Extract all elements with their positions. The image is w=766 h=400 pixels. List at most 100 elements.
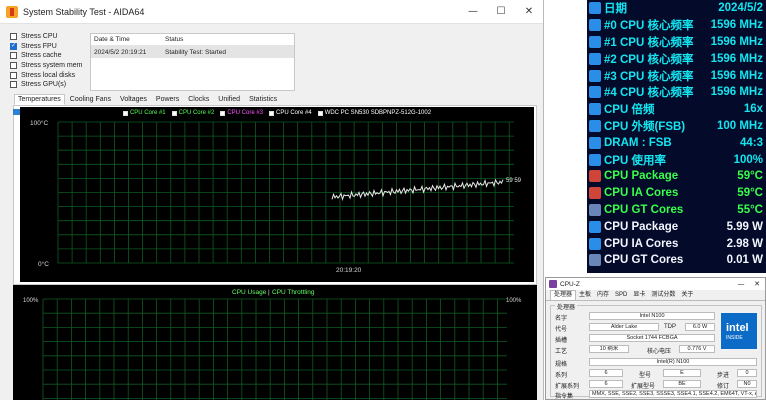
sensor-value: 59°C [737, 187, 763, 200]
thermometer-icon [589, 170, 601, 183]
sensor-row: CPU IA Cores 2.98 W [587, 235, 766, 252]
col-date-time[interactable]: Date & Time [91, 36, 163, 43]
ext-family-label: 扩展系列 [555, 384, 580, 390]
cpuz-tabs: 处理器 主板 内存 SPD 显卡 测试分数 关于 [546, 290, 765, 301]
window-title: System Stability Test - AIDA64 [23, 6, 145, 17]
aida64-titlebar: System Stability Test - AIDA64 — ☐ ✕ [0, 0, 543, 24]
col-status[interactable]: Status [163, 36, 294, 43]
temperature-line [331, 178, 504, 202]
sensor-value: 1596 MHz [710, 69, 763, 82]
tab-cooling-fans[interactable]: Cooling Fans [66, 94, 115, 105]
cpuz-tab[interactable]: 处理器 [550, 290, 577, 300]
tab-statistics[interactable]: Statistics [245, 94, 281, 105]
cpuz-titlebar: CPU-Z — ✕ [546, 278, 765, 290]
cpu-icon [589, 119, 601, 132]
cpuz-close-button[interactable]: ✕ [749, 280, 765, 288]
gpu-icon [589, 254, 601, 267]
cpuz-tab[interactable]: SPD [612, 291, 630, 300]
sensor-row: CPU IA Cores 59°C [587, 185, 766, 202]
stress-option[interactable]: Stress local disks [10, 70, 90, 80]
sensor-row: CPU 外频(FSB) 100 MHz [587, 118, 766, 135]
sensor-value: 5.99 W [726, 220, 763, 233]
cpuz-tab[interactable]: 测试分数 [648, 291, 678, 300]
stress-option[interactable]: Stress cache [10, 51, 90, 61]
sensor-row: CPU Package 59°C [587, 168, 766, 185]
cpuz-title: CPU-Z [560, 280, 580, 288]
stress-option[interactable]: Stress CPU [10, 32, 90, 42]
family-label: 系列 [555, 373, 568, 379]
ext-model-label: 扩展型号 [631, 384, 656, 390]
cpuz-window: CPU-Z — ✕ 处理器 主板 内存 SPD 显卡 测试分数 关于 处理器 名字 Inte… [545, 277, 766, 400]
sensor-row: #1 CPU 核心频率 1596 MHz [587, 34, 766, 51]
tab-clocks[interactable]: Clocks [184, 94, 213, 105]
temperature-graph: 100°C 0°C 20:19:20 59 59 [30, 119, 522, 274]
cpu-icon [589, 86, 601, 99]
sensor-label: CPU IA Cores [604, 237, 679, 250]
cpuz-tab[interactable]: 主板 [576, 291, 594, 300]
voltage-label: 核心电压 [647, 349, 672, 355]
model-value: E [663, 369, 701, 377]
ext-model-value: BE [663, 380, 701, 388]
instructions-label: 指令集 [555, 394, 574, 400]
sensor-label: CPU Package [604, 170, 679, 183]
maximize-button[interactable]: ☐ [487, 6, 515, 17]
sensor-label: CPU IA Cores [604, 187, 679, 200]
socket-value: Socket 1744 FCBGA [589, 334, 715, 342]
checkbox[interactable] [10, 81, 17, 89]
sensor-value: 1596 MHz [710, 86, 763, 99]
temp-current-value: 59 59 [506, 178, 522, 184]
close-button[interactable]: ✕ [515, 6, 543, 17]
sensor-value: 1596 MHz [710, 52, 763, 65]
instructions-value: MMX, SSE, SSE2, SSE3, SSSE3, SSE4.1, SSE… [589, 390, 757, 398]
stepping-label: 步进 [717, 373, 730, 379]
sensor-label: #3 CPU 核心频率 [604, 70, 694, 83]
thermometer-icon [589, 187, 601, 200]
cpu-title-separator: | [268, 289, 270, 296]
cpu-icon [589, 35, 601, 48]
checkbox[interactable] [10, 71, 17, 79]
tab-temperatures[interactable]: Temperatures [14, 94, 65, 105]
stress-option[interactable]: ✓ Stress FPU [10, 42, 90, 52]
stress-option-label: Stress GPU(s) [21, 81, 67, 89]
cpuz-app-icon [549, 280, 557, 288]
cpu-icon [589, 52, 601, 65]
cpu-icon [589, 153, 601, 166]
sensor-row: #0 CPU 核心频率 1596 MHz [587, 17, 766, 34]
aida-tabs: Temperatures Cooling Fans Voltages Powers Cl… [14, 94, 282, 105]
aida64-window: System Stability Test - AIDA64 — ☐ ✕ Str… [0, 0, 544, 400]
cpu-throttling-title: CPU Throttling [272, 289, 315, 296]
checkbox[interactable] [10, 33, 17, 41]
cpu-usage-chart: CPU Usage | CPU Throttling 100% 100% [13, 285, 537, 400]
sensor-value: 2024/5/2 [718, 2, 763, 15]
sensor-value: 44:3 [739, 136, 763, 149]
sensor-row: CPU GT Cores 0.01 W [587, 252, 766, 269]
cpuz-tab[interactable]: 内存 [594, 291, 612, 300]
tab-unified[interactable]: Unified [214, 94, 244, 105]
log-row[interactable]: 2024/5/2 20:19:21 Stability Test: Starte… [91, 46, 294, 58]
sensor-label: CPU 使用率 [604, 154, 666, 167]
stress-options: Stress CPU ✓ Stress FPU Stress cache Stress … [10, 32, 90, 90]
minimize-button[interactable]: — [459, 6, 487, 17]
sensor-value: 1596 MHz [710, 19, 763, 32]
tab-powers[interactable]: Powers [152, 94, 183, 105]
sensor-label: #2 CPU 核心频率 [604, 53, 694, 66]
spec-value: Intel(R) N100 [589, 358, 757, 366]
sensor-value: 100 MHz [716, 119, 763, 132]
checkbox[interactable] [10, 62, 17, 70]
stress-option[interactable]: Stress system mem [10, 61, 90, 71]
temperature-chart: CPU Core #1 CPU Core #2 CPU Core #3 CPU Cor… [20, 107, 534, 282]
status-log-table: Date & Time Status 2024/5/2 20:19:21 Sta… [90, 33, 295, 91]
checkbox[interactable] [10, 52, 17, 60]
tech-value: 10 纳米 [589, 345, 629, 353]
sensor-row: 日期 2024/5/2 [587, 0, 766, 17]
cpuz-tab[interactable]: 关于 [678, 291, 696, 300]
tech-label: 工艺 [555, 349, 568, 355]
tab-voltages[interactable]: Voltages [116, 94, 151, 105]
checkbox-checked[interactable]: ✓ [10, 42, 17, 50]
log-date-time: 2024/5/2 20:19:21 [94, 48, 147, 56]
cpu-axis-right-label: 100% [506, 298, 522, 304]
sensor-value: 55°C [737, 203, 763, 216]
cpuz-minimize-button[interactable]: — [733, 280, 749, 288]
stress-option[interactable]: Stress GPU(s) [10, 80, 90, 90]
cpuz-tab[interactable]: 显卡 [630, 291, 648, 300]
